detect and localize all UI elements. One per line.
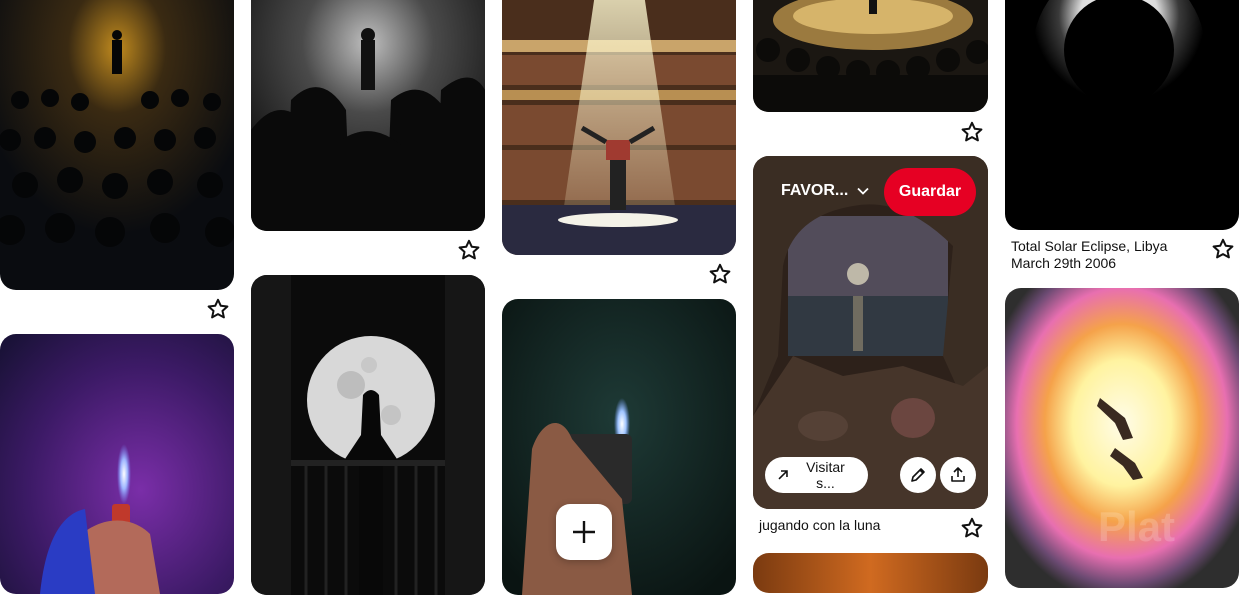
pin-lighter-hand[interactable]: [502, 299, 736, 595]
visit-label: Visitar s...: [806, 459, 845, 491]
pin-stage-crowd[interactable]: [753, 0, 988, 112]
pin-glow-falling[interactable]: Plat: [1005, 288, 1239, 588]
create-plus-button[interactable]: [556, 504, 612, 560]
pin-theater-spotlight[interactable]: [502, 0, 736, 255]
save-star-icon[interactable]: [1211, 237, 1235, 261]
pin-crowd-spotlight[interactable]: [0, 0, 234, 290]
pin-title-line1: Total Solar Eclipse, Libya: [1011, 238, 1168, 254]
pin-man-stage-fog[interactable]: [251, 0, 485, 231]
save-star-icon[interactable]: [708, 262, 732, 286]
save-button[interactable]: Guardar: [884, 168, 976, 216]
pin-title: jugando con la luna: [759, 517, 881, 533]
pin-orange-partial[interactable]: [753, 553, 988, 593]
save-star-icon[interactable]: [960, 120, 984, 144]
arrow-up-right-icon: [778, 470, 788, 480]
watermark-text: Plat: [1098, 503, 1176, 550]
pin-moon-balcony[interactable]: [251, 275, 485, 595]
plus-icon: [573, 521, 595, 543]
pin-lighter-purple[interactable]: [0, 334, 234, 594]
edit-button[interactable]: [900, 457, 936, 493]
pin-solar-eclipse[interactable]: [1005, 0, 1239, 230]
share-button[interactable]: [940, 457, 976, 493]
visit-site-button[interactable]: Visitar s...: [765, 457, 868, 493]
pin-title-line2: March 29th 2006: [1011, 255, 1117, 271]
save-star-icon[interactable]: [206, 297, 230, 321]
pin-moon-cave[interactable]: FAVOR... Guardar Visitar s...: [753, 156, 988, 509]
chevron-down-icon: [857, 187, 869, 195]
save-star-icon[interactable]: [457, 238, 481, 262]
pencil-icon: [911, 468, 925, 482]
board-label: FAVOR...: [781, 182, 849, 199]
pin-title: Total Solar Eclipse, Libya March 29th 20…: [1011, 238, 1167, 272]
share-icon: [951, 467, 965, 482]
board-selector[interactable]: FAVOR...: [781, 182, 870, 200]
save-star-icon[interactable]: [960, 516, 984, 540]
